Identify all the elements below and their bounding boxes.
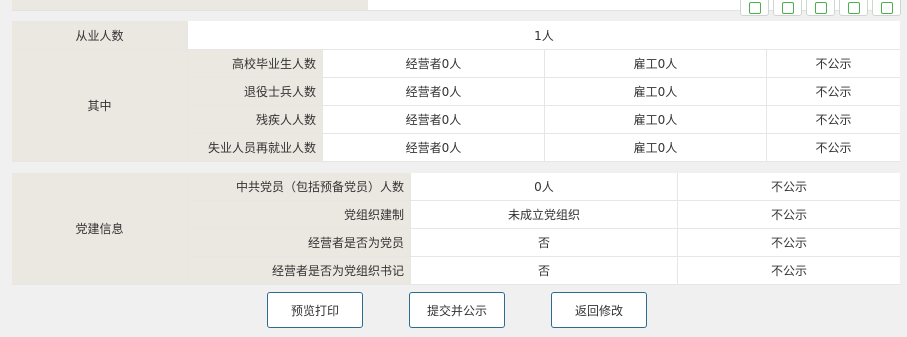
- preview-print-button[interactable]: 预览打印: [267, 292, 363, 328]
- table-row: 退役士兵人数 经营者0人 雇工0人 不公示: [188, 78, 900, 106]
- employee-count-value: 1人: [534, 28, 554, 43]
- employee-count-label: 从业人数: [12, 21, 188, 49]
- settings-icon[interactable]: [872, 0, 901, 16]
- floating-toolbar: [740, 0, 901, 16]
- operator-count: 经营者0人: [323, 134, 545, 161]
- publicity-status: 不公示: [770, 264, 807, 278]
- action-bar: 预览打印 提交并公示 返回修改: [12, 285, 900, 337]
- row-label: 残疾人人数: [188, 106, 323, 133]
- publicity-status: 不公示: [815, 113, 852, 127]
- row-label: 高校毕业生人数: [188, 50, 323, 77]
- row-value: 0人: [411, 173, 678, 200]
- party-group-label: 党建信息: [12, 173, 188, 285]
- save-icon[interactable]: [806, 0, 835, 16]
- top-row-sublabel-cell: [188, 0, 368, 10]
- submit-publish-button[interactable]: 提交并公示: [409, 292, 505, 328]
- publicity-status: 不公示: [770, 236, 807, 250]
- table-row: 党组织建制 未成立党组织 不公示: [188, 201, 900, 229]
- operator-count: 经营者0人: [323, 106, 545, 133]
- top-row-label-cell: [12, 0, 188, 10]
- back-edit-button[interactable]: 返回修改: [551, 292, 647, 328]
- table-row: 经营者是否为党组织书记 否 不公示: [188, 257, 900, 285]
- publicity-status: 不公示: [770, 208, 807, 222]
- operator-count: 经营者0人: [323, 50, 545, 77]
- employee-section: 从业人数 1人 其中 高校毕业生人数 经营者0人 雇工0人 不公示 退役士兵人数…: [12, 21, 900, 162]
- table-row: 高校毕业生人数 经营者0人 雇工0人 不公示: [188, 50, 900, 78]
- row-label: 退役士兵人数: [188, 78, 323, 105]
- employee-count: 雇工0人: [545, 78, 767, 105]
- employee-count-row: 从业人数 1人: [12, 21, 900, 50]
- breakdown-group-label: 其中: [12, 50, 188, 162]
- row-label: 经营者是否为党员: [188, 229, 411, 256]
- table-row: 中共党员（包括预备党员）人数 0人 不公示: [188, 173, 900, 201]
- publicity-status: 不公示: [815, 85, 852, 99]
- row-label: 党组织建制: [188, 201, 411, 228]
- row-label: 经营者是否为党组织书记: [188, 257, 411, 284]
- table-row: 残疾人人数 经营者0人 雇工0人 不公示: [188, 106, 900, 134]
- employee-count: 雇工0人: [545, 106, 767, 133]
- row-label: 中共党员（包括预备党员）人数: [188, 173, 411, 200]
- fullscreen-icon[interactable]: [773, 0, 802, 16]
- party-section: 党建信息 中共党员（包括预备党员）人数 0人 不公示 党组织建制 未成立党组织 …: [12, 173, 900, 285]
- row-value: 未成立党组织: [411, 201, 678, 228]
- publicity-status: 不公示: [770, 180, 807, 194]
- table-row: 失业人员再就业人数 经营者0人 雇工0人 不公示: [188, 134, 900, 162]
- row-label: 失业人员再就业人数: [188, 134, 323, 161]
- table-row: 经营者是否为党员 否 不公示: [188, 229, 900, 257]
- window-icon[interactable]: [839, 0, 868, 16]
- row-value: 否: [411, 229, 678, 256]
- publicity-status: 不公示: [815, 141, 852, 155]
- operator-count: 经营者0人: [323, 78, 545, 105]
- employee-count: 雇工0人: [545, 50, 767, 77]
- print-icon[interactable]: [740, 0, 769, 16]
- row-value: 否: [411, 257, 678, 284]
- employee-count: 雇工0人: [545, 134, 767, 161]
- publicity-status: 不公示: [815, 57, 852, 71]
